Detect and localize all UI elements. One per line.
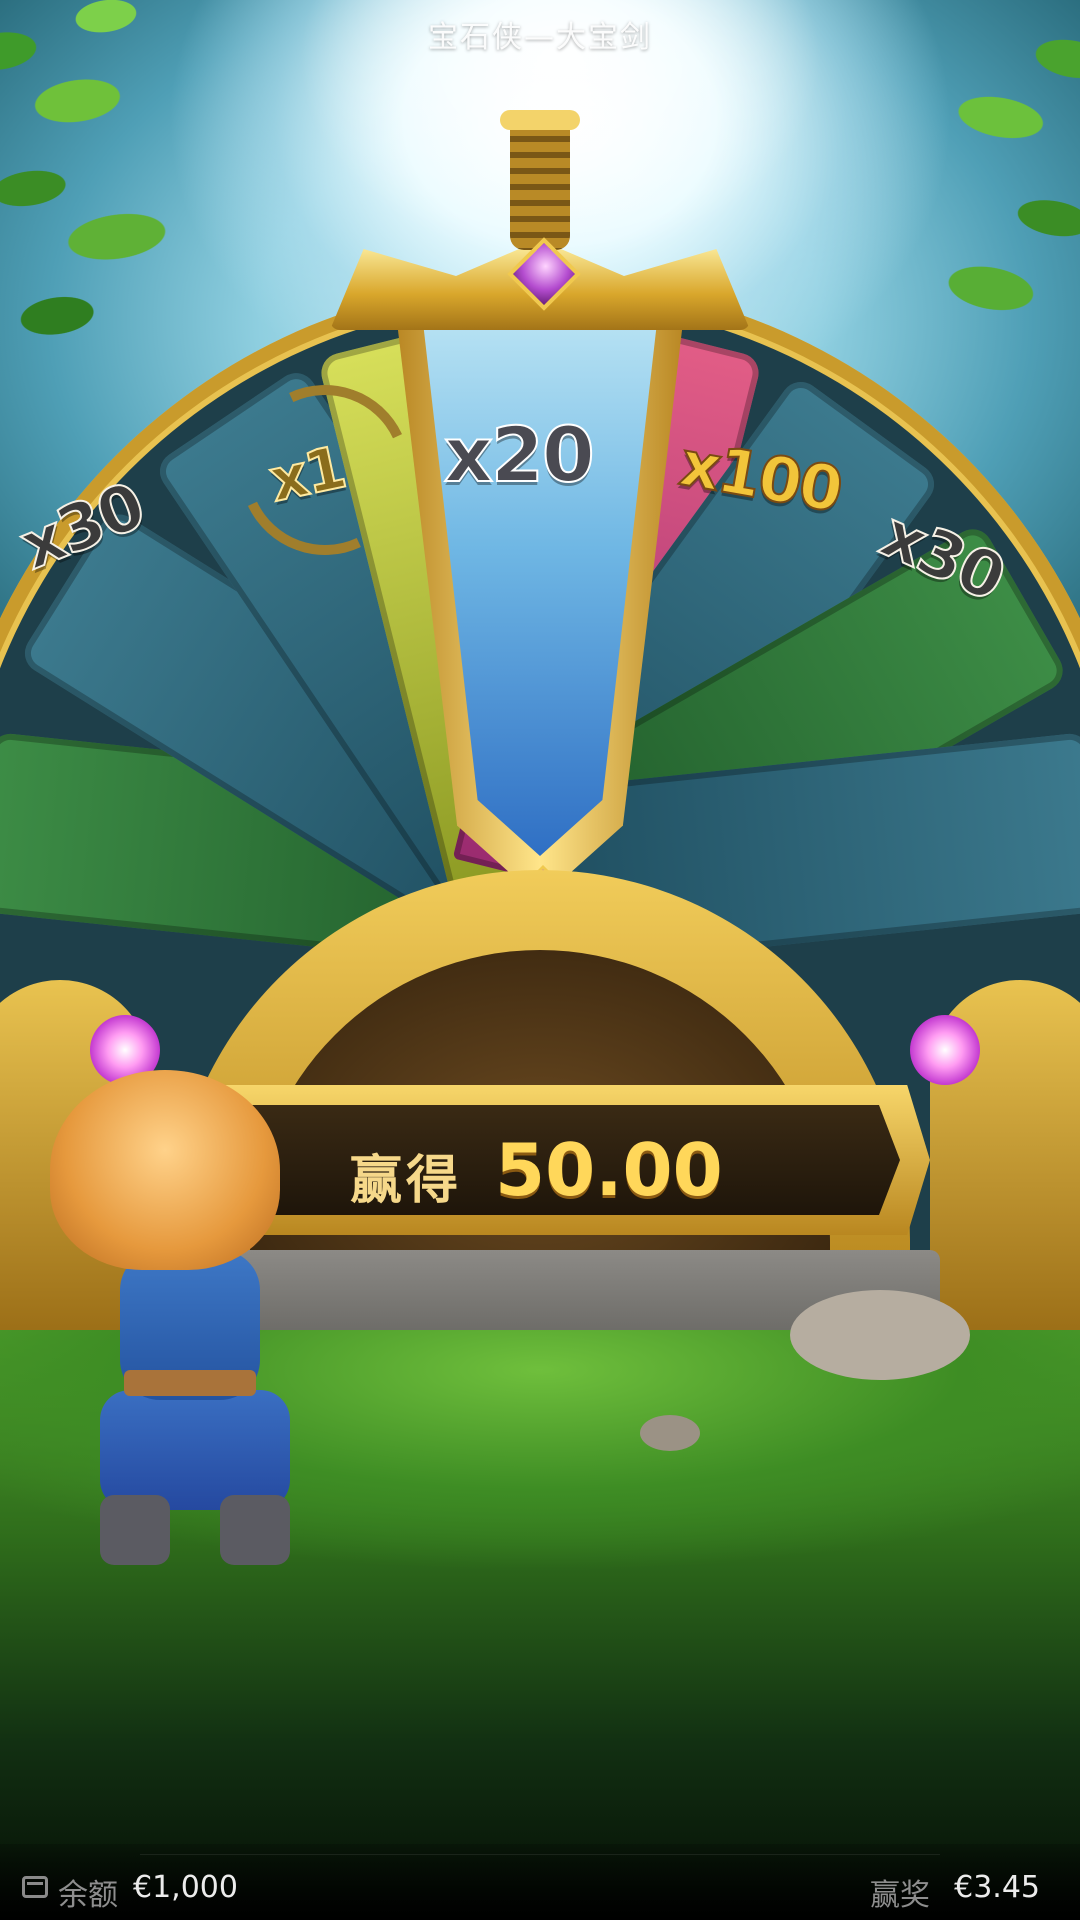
- balance-value: €1,000: [133, 1870, 238, 1905]
- balance-label: 余额: [58, 1878, 118, 1913]
- sword-pommel: [500, 110, 580, 130]
- status-bar: 余额 €1,000 赢奖 €3.45: [0, 1844, 1080, 1920]
- hero-boot: [100, 1495, 170, 1565]
- sword-hilt: [510, 110, 570, 250]
- win-label: 赢得: [350, 1151, 463, 1211]
- wallet-icon[interactable]: [22, 1876, 48, 1898]
- win-total-label: 赢奖: [870, 1878, 930, 1913]
- hero-hair: [50, 1070, 280, 1270]
- win-total-value: €3.45: [954, 1870, 1040, 1905]
- divider: [140, 1854, 940, 1855]
- hero-legs: [100, 1390, 290, 1510]
- segment-label-x20-selected: x20: [443, 409, 596, 500]
- hero-boot: [220, 1495, 290, 1565]
- win-amount: 50.00: [495, 1128, 723, 1212]
- hero-character: [40, 1070, 320, 1570]
- game-scene: x30 x1 x100 x30 x20 赢得 50.00 宝石侠—大宝剑 余额 …: [0, 0, 1080, 1920]
- rock: [790, 1290, 970, 1380]
- glow-orb-right-icon: [910, 1015, 980, 1085]
- hero-belt: [124, 1370, 256, 1396]
- game-title: 宝石侠—大宝剑: [428, 20, 652, 55]
- rock: [640, 1415, 700, 1451]
